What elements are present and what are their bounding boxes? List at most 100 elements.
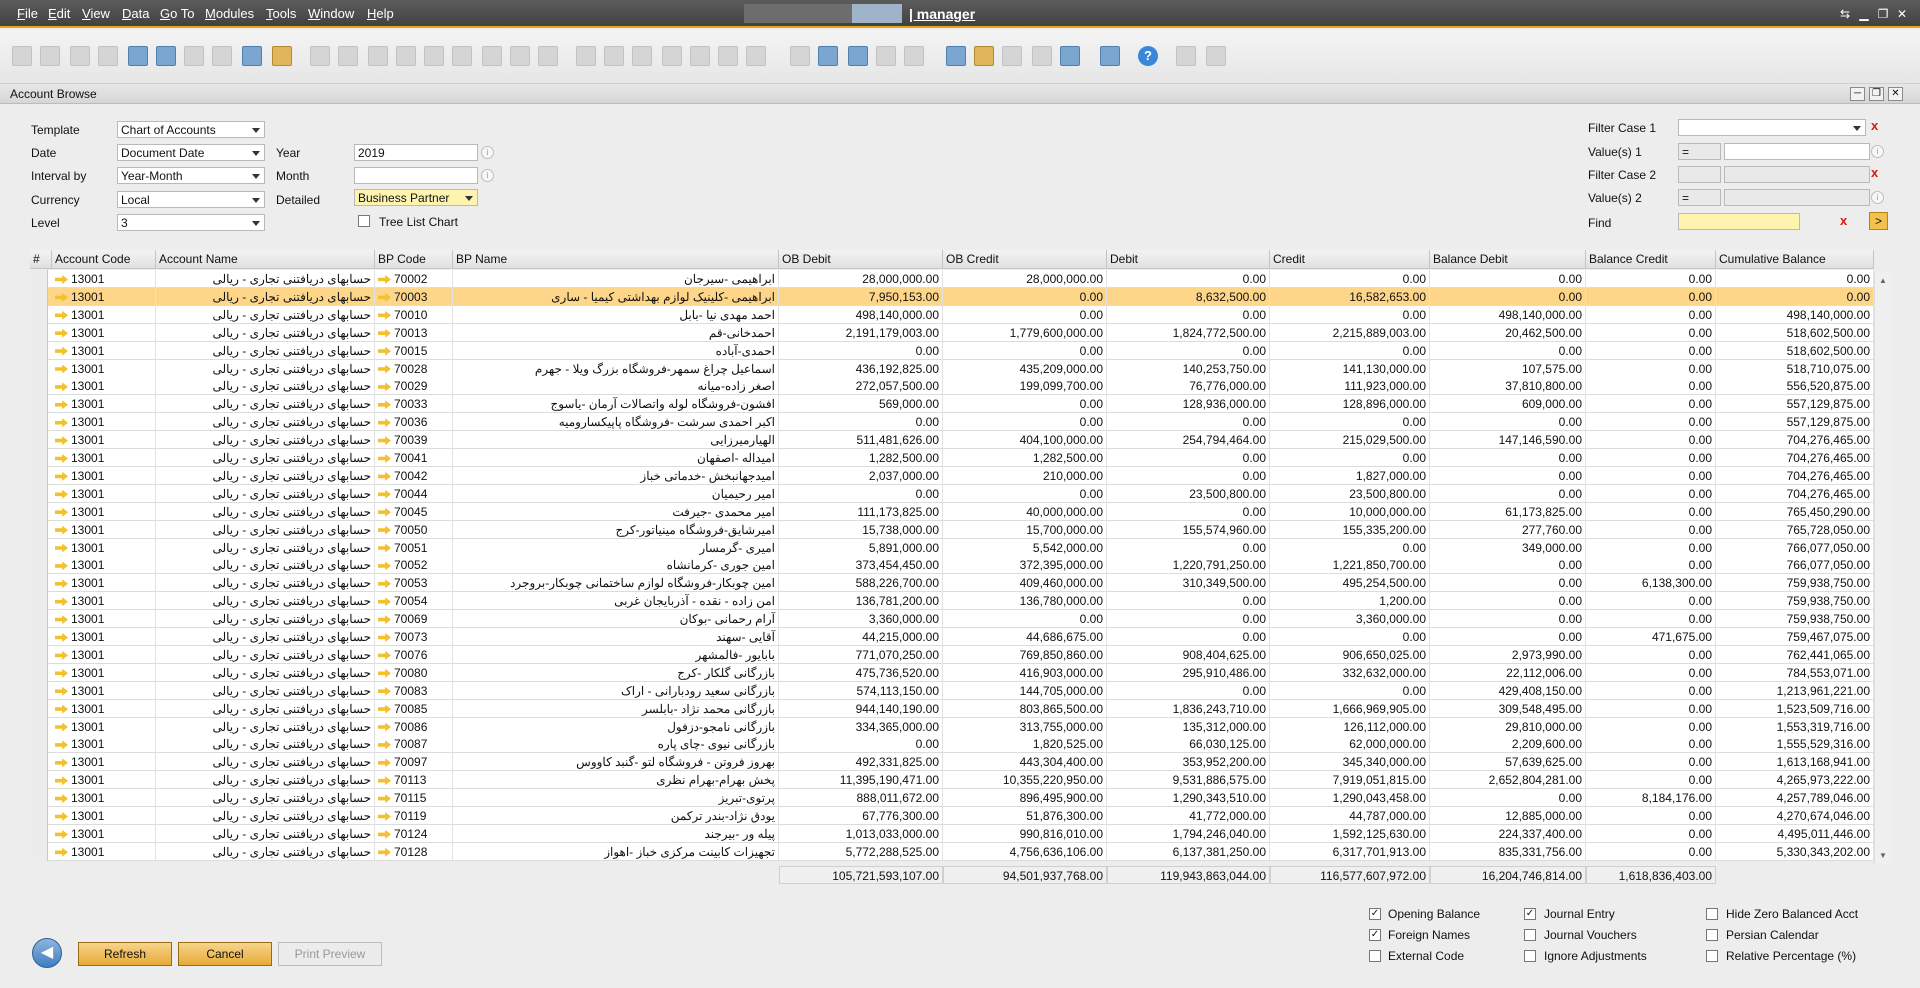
values-2-lookup-icon[interactable]: i bbox=[1871, 191, 1884, 204]
link-arrow-icon[interactable] bbox=[378, 704, 391, 714]
table-row[interactable]: 13001 حسابهای دریافتنی تجاری - ریالی 70073… bbox=[30, 628, 1874, 646]
previous-record-icon[interactable] bbox=[396, 46, 416, 66]
row-selector[interactable] bbox=[30, 323, 48, 342]
link-arrow-icon[interactable] bbox=[378, 847, 391, 857]
column-header-bp-code[interactable]: BP Code bbox=[375, 250, 453, 269]
year-input[interactable]: 2019 bbox=[354, 144, 478, 161]
scroll-down-icon[interactable]: ▼ bbox=[1879, 851, 1887, 860]
link-arrow-icon[interactable] bbox=[378, 364, 391, 374]
link-arrow-icon[interactable] bbox=[55, 579, 68, 589]
find-go-button[interactable]: > bbox=[1869, 212, 1888, 230]
link-arrow-icon[interactable] bbox=[378, 454, 391, 463]
link-arrow-icon[interactable] bbox=[378, 668, 391, 678]
maximize-icon[interactable]: ❐ bbox=[1876, 7, 1890, 21]
opening-balance-checkbox[interactable]: ✓ bbox=[1369, 908, 1381, 920]
level-select[interactable]: 3 bbox=[117, 214, 265, 231]
filter-icon[interactable] bbox=[510, 46, 530, 66]
link-arrow-icon[interactable] bbox=[378, 310, 391, 320]
minimize-icon[interactable]: ▁ bbox=[1857, 7, 1871, 21]
row-selector[interactable] bbox=[30, 556, 48, 575]
add-icon[interactable] bbox=[338, 46, 358, 66]
table-row[interactable]: 13001 حسابهای دریافتنی تجاری - ریالی 70029… bbox=[30, 377, 1874, 396]
link-arrow-icon[interactable] bbox=[55, 346, 68, 356]
row-selector[interactable] bbox=[30, 287, 48, 306]
link-arrow-icon[interactable] bbox=[55, 418, 68, 428]
table-row[interactable]: 13001 حسابهای دریافتنی تجاری - ریالی 70002… bbox=[30, 270, 1874, 288]
link-arrow-icon[interactable] bbox=[378, 418, 391, 428]
menu-file[interactable]: File bbox=[17, 6, 38, 21]
row-selector[interactable] bbox=[30, 270, 48, 288]
values-1-lookup-icon[interactable]: i bbox=[1871, 145, 1884, 158]
journal-icon[interactable] bbox=[718, 46, 738, 66]
filter-case-2-op[interactable] bbox=[1678, 166, 1721, 183]
row-selector[interactable] bbox=[30, 484, 48, 503]
find-input[interactable] bbox=[1678, 213, 1800, 230]
row-selector[interactable] bbox=[30, 645, 48, 664]
row-selector[interactable] bbox=[30, 681, 48, 700]
month-lookup-icon[interactable]: i bbox=[481, 169, 494, 182]
row-selector[interactable] bbox=[30, 699, 48, 718]
row-selector[interactable] bbox=[30, 538, 48, 557]
link-arrow-icon[interactable] bbox=[378, 328, 391, 338]
link-arrow-icon[interactable] bbox=[55, 275, 68, 284]
link-arrow-icon[interactable] bbox=[378, 597, 391, 607]
link-arrow-icon[interactable] bbox=[55, 686, 68, 696]
row-selector[interactable] bbox=[30, 735, 48, 754]
table-row[interactable]: 13001 حسابهای دریافتنی تجاری - ریالی 70128… bbox=[30, 842, 1874, 861]
link-arrow-icon[interactable] bbox=[378, 346, 391, 356]
close-icon[interactable]: ✕ bbox=[1895, 7, 1909, 21]
link-arrow-icon[interactable] bbox=[378, 489, 391, 499]
next-record-icon[interactable] bbox=[424, 46, 444, 66]
row-selector[interactable] bbox=[30, 824, 48, 843]
table-row[interactable]: 13001 حسابهای دریافتنی تجاری - ریالی 70042… bbox=[30, 466, 1874, 485]
print-preview-button[interactable]: Print Preview bbox=[278, 942, 382, 966]
layout-icon[interactable] bbox=[1176, 46, 1196, 66]
link-arrow-icon[interactable] bbox=[378, 794, 391, 804]
org-chart-icon[interactable] bbox=[1032, 46, 1052, 66]
window-minimize-icon[interactable]: ─ bbox=[1850, 87, 1865, 101]
journal-vouchers-checkbox[interactable] bbox=[1524, 929, 1536, 941]
row-selector[interactable] bbox=[30, 502, 48, 521]
gross-profit-icon[interactable] bbox=[690, 46, 710, 66]
row-selector[interactable] bbox=[30, 466, 48, 485]
table-row[interactable]: 13001 حسابهای دریافتنی تجاری - ریالی 70087… bbox=[30, 735, 1874, 754]
filter-case-1-select[interactable] bbox=[1678, 119, 1866, 136]
drag-relate-icon[interactable] bbox=[662, 46, 682, 66]
table-row[interactable]: 13001 حسابهای دریافتنی تجاری - ریالی 70085… bbox=[30, 699, 1874, 718]
link-arrow-icon[interactable] bbox=[378, 525, 391, 535]
link-arrow-icon[interactable] bbox=[55, 543, 68, 553]
table-row[interactable]: 13001 حسابهای دریافتنی تجاری - ریالی 70036… bbox=[30, 413, 1874, 432]
link-arrow-icon[interactable] bbox=[55, 704, 68, 714]
word-icon[interactable] bbox=[184, 46, 204, 66]
link-arrow-icon[interactable] bbox=[378, 812, 391, 821]
date-select[interactable]: Document Date bbox=[117, 144, 265, 161]
link-arrow-icon[interactable] bbox=[55, 633, 68, 642]
settings-icon[interactable] bbox=[1206, 46, 1226, 66]
link-arrow-icon[interactable] bbox=[55, 454, 68, 463]
link-arrow-icon[interactable] bbox=[378, 382, 391, 392]
row-selector[interactable] bbox=[30, 771, 48, 790]
table-row[interactable]: 13001 حسابهای دریافتنی تجاری - ریالی 70080… bbox=[30, 663, 1874, 682]
help-icon[interactable]: ? bbox=[1138, 46, 1158, 66]
link-arrow-icon[interactable] bbox=[378, 471, 391, 481]
email-icon[interactable] bbox=[70, 46, 90, 66]
year-lookup-icon[interactable]: i bbox=[481, 146, 494, 159]
link-arrow-icon[interactable] bbox=[55, 668, 68, 678]
row-selector[interactable] bbox=[30, 449, 48, 467]
external-code-checkbox[interactable] bbox=[1369, 950, 1381, 962]
row-selector[interactable] bbox=[30, 663, 48, 682]
target-document-icon[interactable] bbox=[604, 46, 624, 66]
column-header-row-number[interactable]: # bbox=[30, 250, 52, 269]
launch-icon[interactable] bbox=[242, 46, 262, 66]
table-row[interactable]: 13001 حسابهای دریافتنی تجاری - ریالی 70015… bbox=[30, 341, 1874, 360]
menu-goto[interactable]: Go To bbox=[160, 6, 194, 21]
column-header-bp-name[interactable]: BP Name bbox=[453, 250, 779, 269]
clear-filter-2-icon[interactable]: x bbox=[1871, 165, 1878, 180]
foreign-names-checkbox[interactable]: ✓ bbox=[1369, 929, 1381, 941]
lock-icon[interactable] bbox=[272, 46, 292, 66]
link-arrow-icon[interactable] bbox=[55, 794, 68, 804]
link-arrow-icon[interactable] bbox=[55, 507, 68, 517]
row-selector[interactable] bbox=[30, 377, 48, 396]
link-arrow-icon[interactable] bbox=[378, 722, 391, 732]
link-arrow-icon[interactable] bbox=[55, 829, 68, 839]
